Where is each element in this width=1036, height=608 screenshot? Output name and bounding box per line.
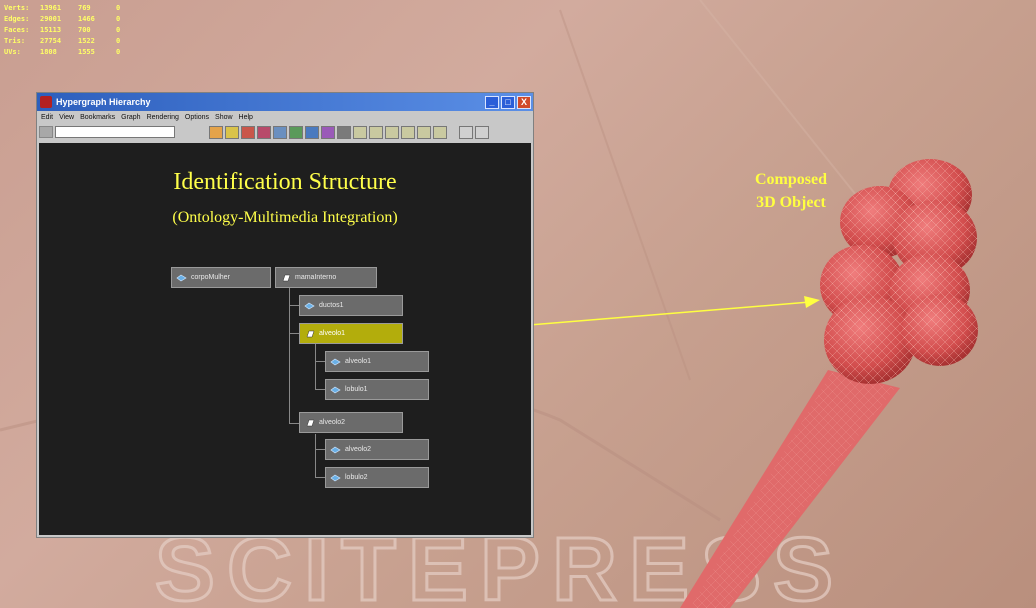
clear-graph-icon[interactable]	[321, 125, 335, 139]
menu-graph[interactable]: Graph	[121, 114, 140, 121]
window-title: Hypergraph Hierarchy	[56, 97, 151, 107]
transform-node-icon	[306, 419, 315, 426]
tree-line	[315, 449, 325, 450]
frame-selection-icon[interactable]	[225, 125, 239, 139]
tree-line	[315, 477, 325, 478]
app-icon	[40, 96, 52, 108]
transform-node-icon	[306, 330, 315, 337]
tree-line	[289, 333, 299, 334]
swatch-size-icon[interactable]	[417, 125, 431, 139]
frame-branch-icon[interactable]	[257, 125, 271, 139]
graph-canvas[interactable]: Identification Structure (Ontology-Multi…	[39, 143, 531, 535]
toggle-expand-icon[interactable]	[385, 125, 399, 139]
menu-edit[interactable]: Edit	[41, 114, 53, 121]
tree-line	[315, 344, 316, 390]
node-alveolo1-selected[interactable]: alveolo1	[299, 323, 403, 344]
node-mamainterno[interactable]: mamaInterno	[275, 267, 377, 288]
mesh-node-icon	[330, 358, 341, 365]
menu-show[interactable]: Show	[215, 114, 233, 121]
toggle-collapse-icon[interactable]	[401, 125, 415, 139]
node-alveolo2-mesh[interactable]: alveolo2	[325, 439, 429, 460]
mesh-node-icon	[330, 474, 341, 481]
menu-help[interactable]: Help	[239, 114, 253, 121]
stats-row-faces: Faces: 15113 700 0	[4, 26, 121, 34]
tree-line	[315, 434, 316, 478]
menu-options[interactable]: Options	[185, 114, 209, 121]
mesh-node-icon	[304, 302, 315, 309]
node-corpomulher[interactable]: corpoMulher	[171, 267, 271, 288]
node-alveolo2[interactable]: alveolo2	[299, 412, 403, 433]
tree-line	[289, 288, 290, 424]
tree-line	[315, 389, 325, 390]
node-lobulo2[interactable]: lobulo2	[325, 467, 429, 488]
node-ductos1[interactable]: ductos1	[299, 295, 403, 316]
stats-row-uvs: UVs: 1808 1555 0	[4, 48, 121, 56]
canvas-subtitle: (Ontology-Multimedia Integration)	[172, 209, 398, 226]
minimize-button[interactable]: _	[485, 95, 499, 109]
layout-icon[interactable]	[337, 125, 351, 139]
dependency-graph-icon[interactable]	[305, 125, 319, 139]
bookmark-field[interactable]	[55, 126, 175, 138]
maximize-button[interactable]: □	[501, 95, 515, 109]
mesh-node-icon	[330, 386, 341, 393]
scene-hierarchy-icon[interactable]	[273, 125, 287, 139]
close-button[interactable]: X	[517, 95, 531, 109]
tree-line	[315, 361, 325, 362]
frame-all-icon[interactable]	[209, 125, 223, 139]
zoom-icon[interactable]	[433, 125, 447, 139]
menu-bar: Edit View Bookmarks Graph Rendering Opti…	[37, 111, 533, 123]
mesh-node-icon	[176, 274, 187, 281]
stats-row-edges: Edges: 29001 1466 0	[4, 15, 121, 23]
bookmark-toggle-icon[interactable]	[39, 126, 53, 138]
toggle-shapes-icon[interactable]	[353, 125, 367, 139]
tree-line	[289, 423, 299, 424]
canvas-title: Identification Structure	[173, 169, 397, 195]
output-connections-icon[interactable]	[475, 125, 489, 139]
poly-count-hud: Verts: 13961 769 0 Edges: 29001 1466 0 Faces: 1…	[4, 3, 120, 58]
node-alveolo1-mesh[interactable]: alveolo1	[325, 351, 429, 372]
transform-node-icon	[282, 274, 291, 281]
window-titlebar[interactable]: Hypergraph Hierarchy _ □ X	[37, 93, 533, 111]
tree-line	[289, 305, 299, 306]
input-connections-icon[interactable]	[459, 125, 473, 139]
toolbar	[37, 123, 533, 141]
menu-view[interactable]: View	[59, 114, 74, 121]
node-lobulo1[interactable]: lobulo1	[325, 379, 429, 400]
menu-rendering[interactable]: Rendering	[147, 114, 179, 121]
hypergraph-window: Hypergraph Hierarchy _ □ X Edit View Boo…	[36, 92, 534, 538]
input-output-icon[interactable]	[289, 125, 303, 139]
mesh-node-icon	[330, 446, 341, 453]
composed-object-label: Composed 3D Object	[754, 171, 827, 211]
stats-row-verts: Verts: 13961 769 0	[4, 4, 121, 12]
frame-hierarchy-icon[interactable]	[241, 125, 255, 139]
stats-row-tris: Tris: 27754 1522 0	[4, 37, 121, 45]
toggle-dag-icon[interactable]	[369, 125, 383, 139]
menu-bookmarks[interactable]: Bookmarks	[80, 114, 115, 121]
